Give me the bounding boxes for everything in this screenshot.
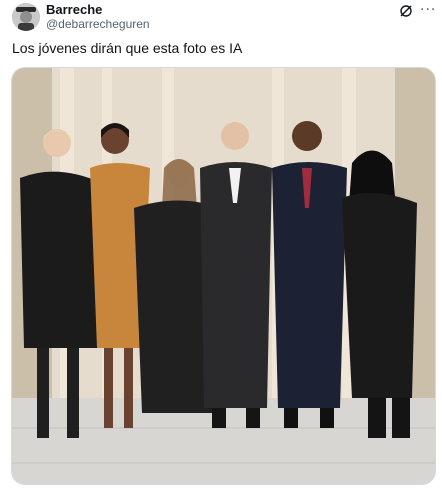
more-icon[interactable]: ···	[420, 2, 436, 18]
avatar-icon	[12, 3, 40, 31]
tweet-text: Los jóvenes dirán que esta foto es IA	[12, 40, 243, 56]
tweet-header: Barreche @debarrecheguren ···	[0, 0, 442, 36]
user-handle[interactable]: @debarrecheguren	[46, 17, 150, 31]
avatar[interactable]	[12, 3, 40, 31]
grok-icon[interactable]	[398, 3, 414, 19]
tweet-photo[interactable]	[11, 67, 436, 485]
photo-illustration	[12, 68, 435, 484]
display-name[interactable]: Barreche	[46, 2, 102, 17]
